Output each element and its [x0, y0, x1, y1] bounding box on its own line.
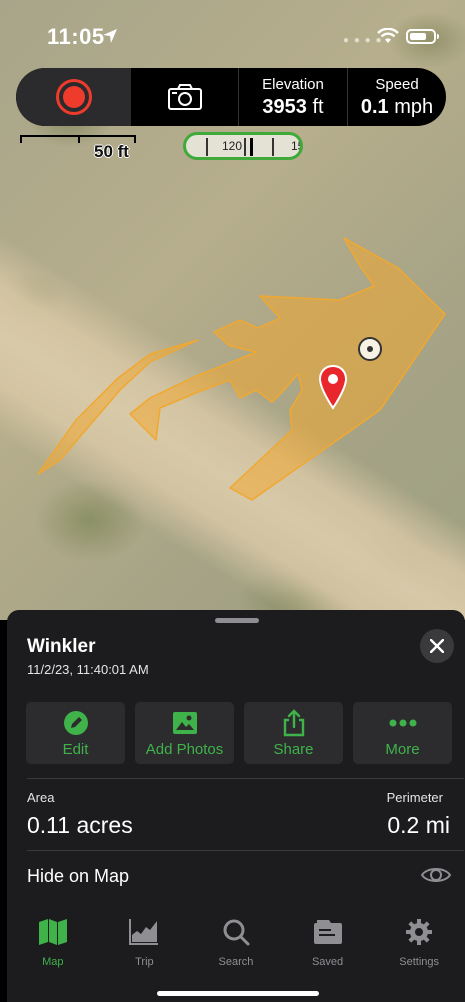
battery-icon — [406, 29, 439, 44]
tab-map[interactable]: Map — [7, 910, 99, 980]
detail-sheet: Winkler 11/2/23, 11:40:01 AM Edit Add Ph… — [7, 610, 465, 1002]
eye-icon — [420, 868, 452, 882]
perimeter-value: 0.2 mi — [387, 812, 450, 838]
search-icon — [221, 918, 251, 946]
edit-label: Edit — [62, 740, 89, 758]
speed-label: Speed — [375, 75, 419, 93]
gear-icon — [404, 918, 434, 946]
scale-label: 50 ft — [94, 142, 129, 161]
edit-button[interactable]: Edit — [26, 702, 125, 764]
action-row: Edit Add Photos Share More — [26, 702, 452, 764]
visibility-toggle[interactable] — [420, 864, 452, 886]
top-toolbar: Elevation 3953 ft Speed 0.1 mph — [16, 68, 446, 126]
close-icon — [430, 639, 444, 653]
share-label: Share — [273, 740, 314, 758]
record-button[interactable] — [16, 68, 132, 126]
tab-settings[interactable]: Settings — [373, 910, 465, 980]
compass-heading-value: 120 — [222, 139, 243, 153]
tab-search-label: Search — [218, 956, 254, 968]
camera-icon — [168, 84, 202, 110]
compass-next-value: 15 — [291, 139, 300, 153]
more-dots-icon — [389, 709, 417, 737]
map-pin-icon[interactable] — [318, 364, 348, 410]
shape-title: Winkler — [27, 636, 96, 657]
speed-value: 0.1 mph — [360, 95, 434, 118]
current-location-icon — [357, 336, 383, 362]
sheet-grabber[interactable] — [215, 618, 259, 623]
share-icon — [280, 708, 308, 737]
tab-saved-label: Saved — [311, 956, 344, 968]
more-button[interactable]: More — [353, 702, 452, 764]
location-arrow-icon — [103, 29, 117, 43]
shape-timestamp: 11/2/23, 11:40:01 AM — [27, 662, 149, 677]
elevation-value: 3953 ft — [262, 95, 324, 118]
divider — [27, 850, 464, 851]
compass-heading[interactable]: 120 15 — [183, 132, 303, 160]
home-indicator[interactable] — [157, 991, 319, 996]
photo-icon — [171, 709, 199, 737]
elevation-label: Elevation — [262, 75, 324, 93]
tab-trip[interactable]: Trip — [99, 910, 191, 980]
pencil-icon — [62, 709, 90, 737]
tab-settings-label: Settings — [399, 956, 440, 968]
area-value: 0.11 acres — [27, 812, 133, 838]
tab-bar: Map Trip Search Saved Settings — [7, 910, 465, 980]
status-time: 11:05 — [47, 24, 105, 49]
elevation-readout[interactable]: Elevation 3953 ft — [239, 68, 348, 126]
share-button[interactable]: Share — [244, 702, 343, 764]
saved-icon — [313, 918, 343, 946]
map-icon — [38, 918, 68, 946]
wifi-icon — [377, 28, 399, 43]
record-icon — [55, 79, 92, 115]
camera-button[interactable] — [132, 68, 239, 126]
chart-icon — [129, 918, 159, 946]
map-scale-bar: 50 ft — [20, 135, 138, 161]
add-photos-button[interactable]: Add Photos — [135, 702, 234, 764]
more-label: More — [385, 740, 420, 758]
divider — [27, 778, 464, 779]
tab-map-label: Map — [42, 956, 64, 968]
add-photos-label: Add Photos — [145, 740, 224, 758]
speed-readout[interactable]: Speed 0.1 mph — [348, 68, 446, 126]
status-bar: 11:05 ● ● ● ● — [0, 0, 465, 70]
hide-on-map-label: Hide on Map — [27, 866, 130, 886]
tab-search[interactable]: Search — [190, 910, 282, 980]
perimeter-label: Perimeter — [386, 790, 443, 805]
tab-saved[interactable]: Saved — [282, 910, 374, 980]
tab-trip-label: Trip — [135, 956, 154, 968]
area-label: Area — [27, 790, 55, 805]
close-button[interactable] — [420, 629, 454, 663]
